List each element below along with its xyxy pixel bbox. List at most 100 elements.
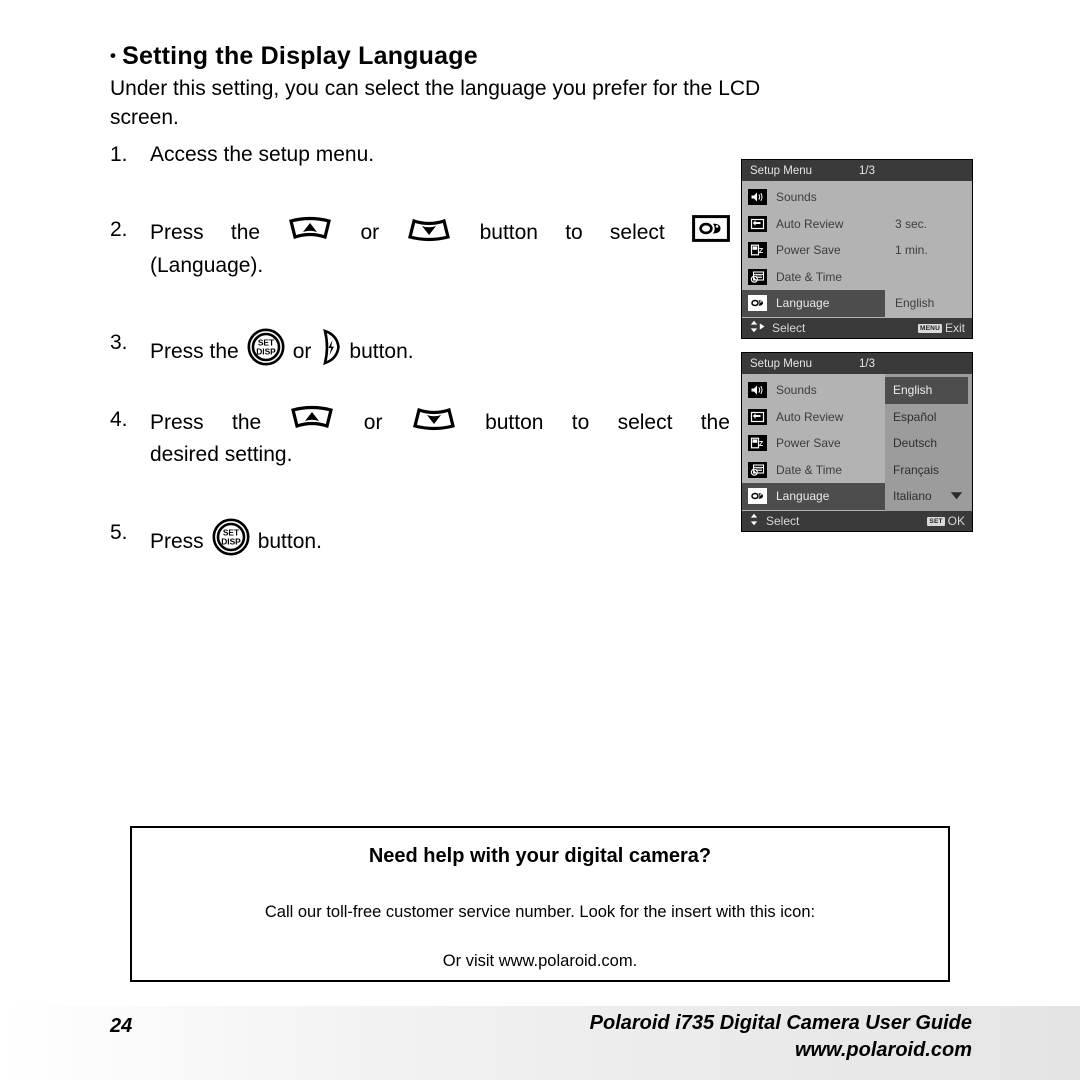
value-auto-review: 3 sec. <box>895 216 928 231</box>
step-2-number: 2. <box>110 218 128 241</box>
lcd2-select-label: Select <box>766 514 800 528</box>
footer-website: www.polaroid.com <box>794 1039 972 1061</box>
menu-item-auto-review[interactable]: Auto Review <box>742 211 885 238</box>
lcd2-header: Setup Menu 1/3 <box>742 353 972 374</box>
up-button-icon <box>289 405 335 440</box>
step-3-number: 3. <box>110 331 128 354</box>
language-option-francais[interactable]: Français <box>885 457 972 484</box>
help-box-line-2: Or visit www.polaroid.com. <box>442 952 638 970</box>
lcd2-ok-label: OK <box>947 514 965 528</box>
step-5-press: Press <box>150 529 204 553</box>
bullet-icon: • <box>110 46 117 65</box>
step-2-line-2: (Language). <box>150 254 264 277</box>
intro-paragraph: Under this setting, you can select the l… <box>110 74 972 132</box>
step-2-select: select <box>609 221 665 244</box>
step-4: 4. Press the or button to select the des… <box>110 405 730 470</box>
chevron-down-icon[interactable] <box>950 489 963 503</box>
menu-item-date-time[interactable]: Date & Time <box>742 457 885 484</box>
svg-text:Z: Z <box>759 441 764 448</box>
step-2-or: or <box>360 221 380 244</box>
menu-item-power-save-label: Power Save <box>776 243 841 258</box>
step-2: 2. Press the or button to select (Langua… <box>110 215 730 281</box>
menu-item-date-time[interactable]: Date & Time <box>742 264 885 291</box>
menu-item-sounds[interactable]: Sounds <box>742 377 885 404</box>
step-2-the: the <box>230 221 261 244</box>
menu-item-language[interactable]: Language <box>742 290 885 317</box>
lcd2-language-column: English Español Deutsch Français Italian… <box>885 374 972 511</box>
auto-review-icon <box>748 408 767 425</box>
value-power-save: 1 min. <box>895 243 928 258</box>
lcd1-page-indicator: 1/3 <box>859 164 876 177</box>
power-save-icon: Z <box>748 242 767 259</box>
step-2-press: Press <box>150 221 204 244</box>
menu-item-auto-review[interactable]: Auto Review <box>742 404 885 431</box>
footer-guide-title: Polaroid i735 Digital Camera User Guide <box>589 1012 972 1034</box>
step-4-or: or <box>363 410 383 434</box>
set-disp-button-icon: SET DISP <box>247 328 285 375</box>
date-time-icon <box>748 461 767 478</box>
select-arrows-icon <box>749 320 766 336</box>
step-4-line-2: desired setting. <box>150 443 293 466</box>
language-option-italiano-label: Italiano <box>893 489 932 504</box>
step-4-press: Press <box>150 410 204 434</box>
menu-item-sounds[interactable]: Sounds <box>742 184 885 211</box>
language-option-deutsch[interactable]: Deutsch <box>885 430 972 457</box>
language-option-english[interactable]: English <box>885 377 968 404</box>
intro-line-1: Under this setting, you can select the l… <box>110 77 761 100</box>
language-option-deutsch-label: Deutsch <box>893 436 938 451</box>
lcd2-menu-list: Sounds Auto Review Z Power Save Date & T… <box>742 374 885 511</box>
step-4-the2: the <box>700 410 730 434</box>
language-menu-icon <box>692 215 730 251</box>
date-time-icon <box>748 268 767 285</box>
lcd1-value-column: 3 sec. 1 min. English <box>885 181 972 318</box>
step-5-button: button. <box>257 529 322 553</box>
language-option-italiano[interactable]: Italiano <box>885 483 972 510</box>
lcd2-body: Sounds Auto Review Z Power Save Date & T… <box>742 374 972 511</box>
step-4-the: the <box>231 410 262 434</box>
page-title-text: Setting the Display Language <box>122 42 478 70</box>
manual-page: • Setting the Display Language Under this… <box>0 0 1080 1080</box>
set-disp-button-icon: SET DISP <box>212 518 250 565</box>
language-icon <box>748 295 767 312</box>
step-4-button: button <box>485 410 544 434</box>
step-2-to: to <box>565 221 583 244</box>
step-4-select: select <box>617 410 673 434</box>
menu-key-icon: MENU <box>918 323 942 333</box>
menu-item-sounds-label: Sounds <box>776 190 817 205</box>
select-arrows-icon <box>749 513 760 529</box>
intro-line-2: screen. <box>110 106 179 129</box>
lcd1-footer: Select MENU Exit <box>742 318 972 338</box>
lcd2-page-indicator: 1/3 <box>859 357 876 370</box>
menu-item-date-time-label: Date & Time <box>776 269 843 284</box>
footer-right-block: Polaroid i735 Digital Camera User Guide … <box>590 1012 972 1062</box>
language-icon <box>748 488 767 505</box>
menu-item-language-label: Language <box>776 296 830 311</box>
menu-item-language[interactable]: Language <box>742 483 885 510</box>
menu-item-auto-review-label: Auto Review <box>776 216 844 231</box>
menu-item-sounds-label: Sounds <box>776 383 817 398</box>
menu-item-power-save[interactable]: Z Power Save <box>742 430 885 457</box>
down-button-icon <box>411 405 457 440</box>
menu-item-language-label: Language <box>776 489 830 504</box>
language-option-espanol-label: Español <box>893 409 937 424</box>
lcd1-body: Sounds Auto Review Z Power Save Date & T… <box>742 181 972 318</box>
language-dropdown[interactable]: English Español Deutsch Français Italian… <box>885 374 972 511</box>
step-5-number: 5. <box>110 521 128 544</box>
menu-item-power-save[interactable]: Z Power Save <box>742 237 885 264</box>
step-4-to: to <box>571 410 590 434</box>
up-button-icon <box>287 216 333 251</box>
step-3-press-the: Press the <box>150 339 239 363</box>
help-box: Need help with your digital camera? Call… <box>130 826 950 982</box>
step-3: 3. Press the SET DISP or button. <box>110 328 670 375</box>
lcd1-select-label: Select <box>772 321 806 335</box>
step-4-number: 4. <box>110 408 128 431</box>
help-box-line-1: Call our toll-free customer service numb… <box>264 903 816 921</box>
disp-label: DISP <box>256 346 276 356</box>
language-option-espanol[interactable]: Español <box>885 404 972 431</box>
lcd1-header: Setup Menu 1/3 <box>742 160 972 181</box>
auto-review-icon <box>748 215 767 232</box>
svg-text:Z: Z <box>759 248 764 255</box>
speaker-icon <box>748 382 767 399</box>
lcd1-menu-list: Sounds Auto Review Z Power Save Date & T… <box>742 181 885 318</box>
lcd2-title: Setup Menu <box>750 357 813 370</box>
